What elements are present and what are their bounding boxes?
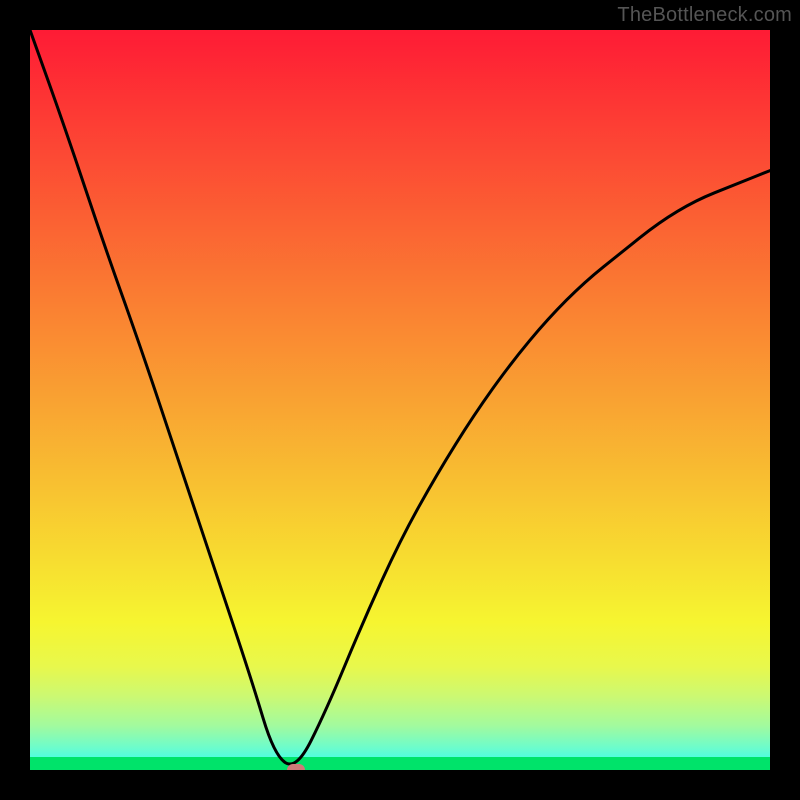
plot-area (30, 30, 770, 770)
chart-frame: TheBottleneck.com (0, 0, 800, 800)
bottleneck-curve (30, 30, 770, 770)
watermark-text: TheBottleneck.com (617, 4, 792, 27)
optimal-point-marker (287, 764, 305, 770)
